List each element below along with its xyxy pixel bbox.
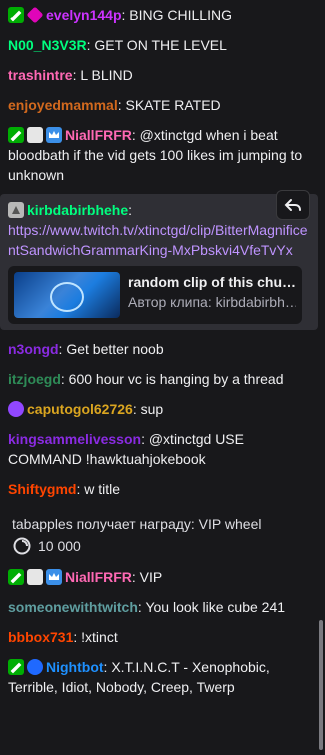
subscriber-badge-icon[interactable] (27, 127, 43, 143)
username[interactable]: Shiftygmd (8, 481, 76, 497)
message-text: sup (140, 401, 164, 417)
message-text: SKATE RATED (125, 97, 221, 113)
chat-message[interactable]: N00_N3V3R: GET ON THE LEVEL (0, 30, 318, 60)
username[interactable]: n3ongd (8, 341, 59, 357)
username[interactable]: Nightbot (46, 659, 104, 675)
username[interactable]: enjoyedmammal (8, 97, 118, 113)
chat-message[interactable]: itzjoegd: 600 hour vc is hanging by a th… (0, 364, 318, 394)
chat-message[interactable]: someonewithtwitch: You look like cube 24… (0, 592, 318, 622)
reply-arrow-icon (284, 199, 301, 211)
clip-preview-card[interactable]: random clip of this chud ju... Автор кли… (8, 266, 302, 324)
subscriber-badge-icon[interactable] (27, 569, 43, 585)
message-text: GET ON THE LEVEL (94, 37, 227, 53)
crown-badge-icon[interactable] (46, 569, 62, 585)
moderator-badge-icon[interactable] (8, 7, 24, 23)
reward-text: tabapples получает награду: VIP wheel (12, 516, 262, 532)
username[interactable]: bbbox731 (8, 629, 73, 645)
clip-message[interactable]: kirbdabirbhehe: https://www.twitch.tv/xt… (0, 190, 318, 330)
crown-badge-icon[interactable] (46, 127, 62, 143)
username[interactable]: someonewithtwitch (8, 599, 138, 615)
chat-message[interactable]: NiallFRFR: VIP (0, 562, 318, 592)
username[interactable]: NiallFRFR (65, 569, 132, 585)
chat-message[interactable]: Nightbot: X.T.I.N.C.T - Xenophobic, Terr… (0, 652, 318, 702)
channel-points-icon (13, 537, 31, 555)
username[interactable]: trashintre (8, 67, 73, 83)
chat-message[interactable]: caputogol62726: sup (0, 394, 318, 424)
message-text: VIP (139, 569, 163, 585)
vip-badge-icon[interactable] (26, 6, 44, 24)
message-text: !xtinct (81, 629, 118, 645)
clip-title[interactable]: random clip of this chud ju... (128, 272, 296, 292)
chat-message[interactable]: n3ongd: Get better noob (0, 334, 318, 364)
message-text: You look like cube 241 (145, 599, 286, 615)
username[interactable]: evelyn144p (46, 7, 122, 23)
username[interactable]: kirbdabirbhehe (27, 202, 128, 218)
message-text: w title (84, 481, 121, 497)
username[interactable]: N00_N3V3R (8, 37, 87, 53)
chat-message[interactable]: bbbox731: !xtinct (0, 622, 318, 652)
clip-author: Автор клипа: kirbdabirbhehe (128, 294, 296, 310)
username[interactable]: caputogol62726 (27, 401, 133, 417)
username[interactable]: NiallFRFR (65, 127, 132, 143)
message-text: L BLIND (80, 67, 133, 83)
moderator-badge-icon[interactable] (8, 127, 24, 143)
chat-message[interactable]: Shiftygmd: w title (0, 474, 318, 504)
moderator-badge-icon[interactable] (8, 569, 24, 585)
chat-message[interactable]: NiallFRFR: @xtinctgd when i beat bloodba… (0, 120, 318, 190)
chat-message[interactable]: kingsammelivesson: @xtinctgd USE COMMAND… (0, 424, 318, 474)
clip-thumbnail[interactable] (14, 272, 120, 318)
chat-message[interactable]: enjoyedmammal: SKATE RATED (0, 90, 318, 120)
moderator-badge-icon[interactable] (8, 659, 24, 675)
message-text: BING CHILLING (129, 7, 232, 23)
user-badge-icon[interactable] (8, 202, 24, 218)
reward-cost: 10 000 (12, 536, 306, 556)
bot-badge-icon[interactable] (27, 659, 43, 675)
reply-button[interactable] (276, 190, 310, 220)
username[interactable]: itzjoegd (8, 371, 61, 387)
chat-log: evelyn144p: BING CHILLING N00_N3V3R: GET… (0, 0, 318, 702)
chat-message[interactable]: trashintre: L BLIND (0, 60, 318, 90)
username[interactable]: kingsammelivesson (8, 431, 141, 447)
message-text: 600 hour vc is hanging by a thread (68, 371, 284, 387)
chat-message[interactable]: evelyn144p: BING CHILLING (0, 0, 318, 30)
reward-redemption: tabapples получает награду: VIP wheel 10… (0, 504, 318, 562)
bits-badge-icon[interactable] (8, 401, 24, 417)
message-text: Get better noob (66, 341, 164, 357)
clip-link[interactable]: https://www.twitch.tv/xtinctgd/clip/Bitt… (8, 220, 310, 260)
chat-scrollbar[interactable] (319, 620, 323, 750)
